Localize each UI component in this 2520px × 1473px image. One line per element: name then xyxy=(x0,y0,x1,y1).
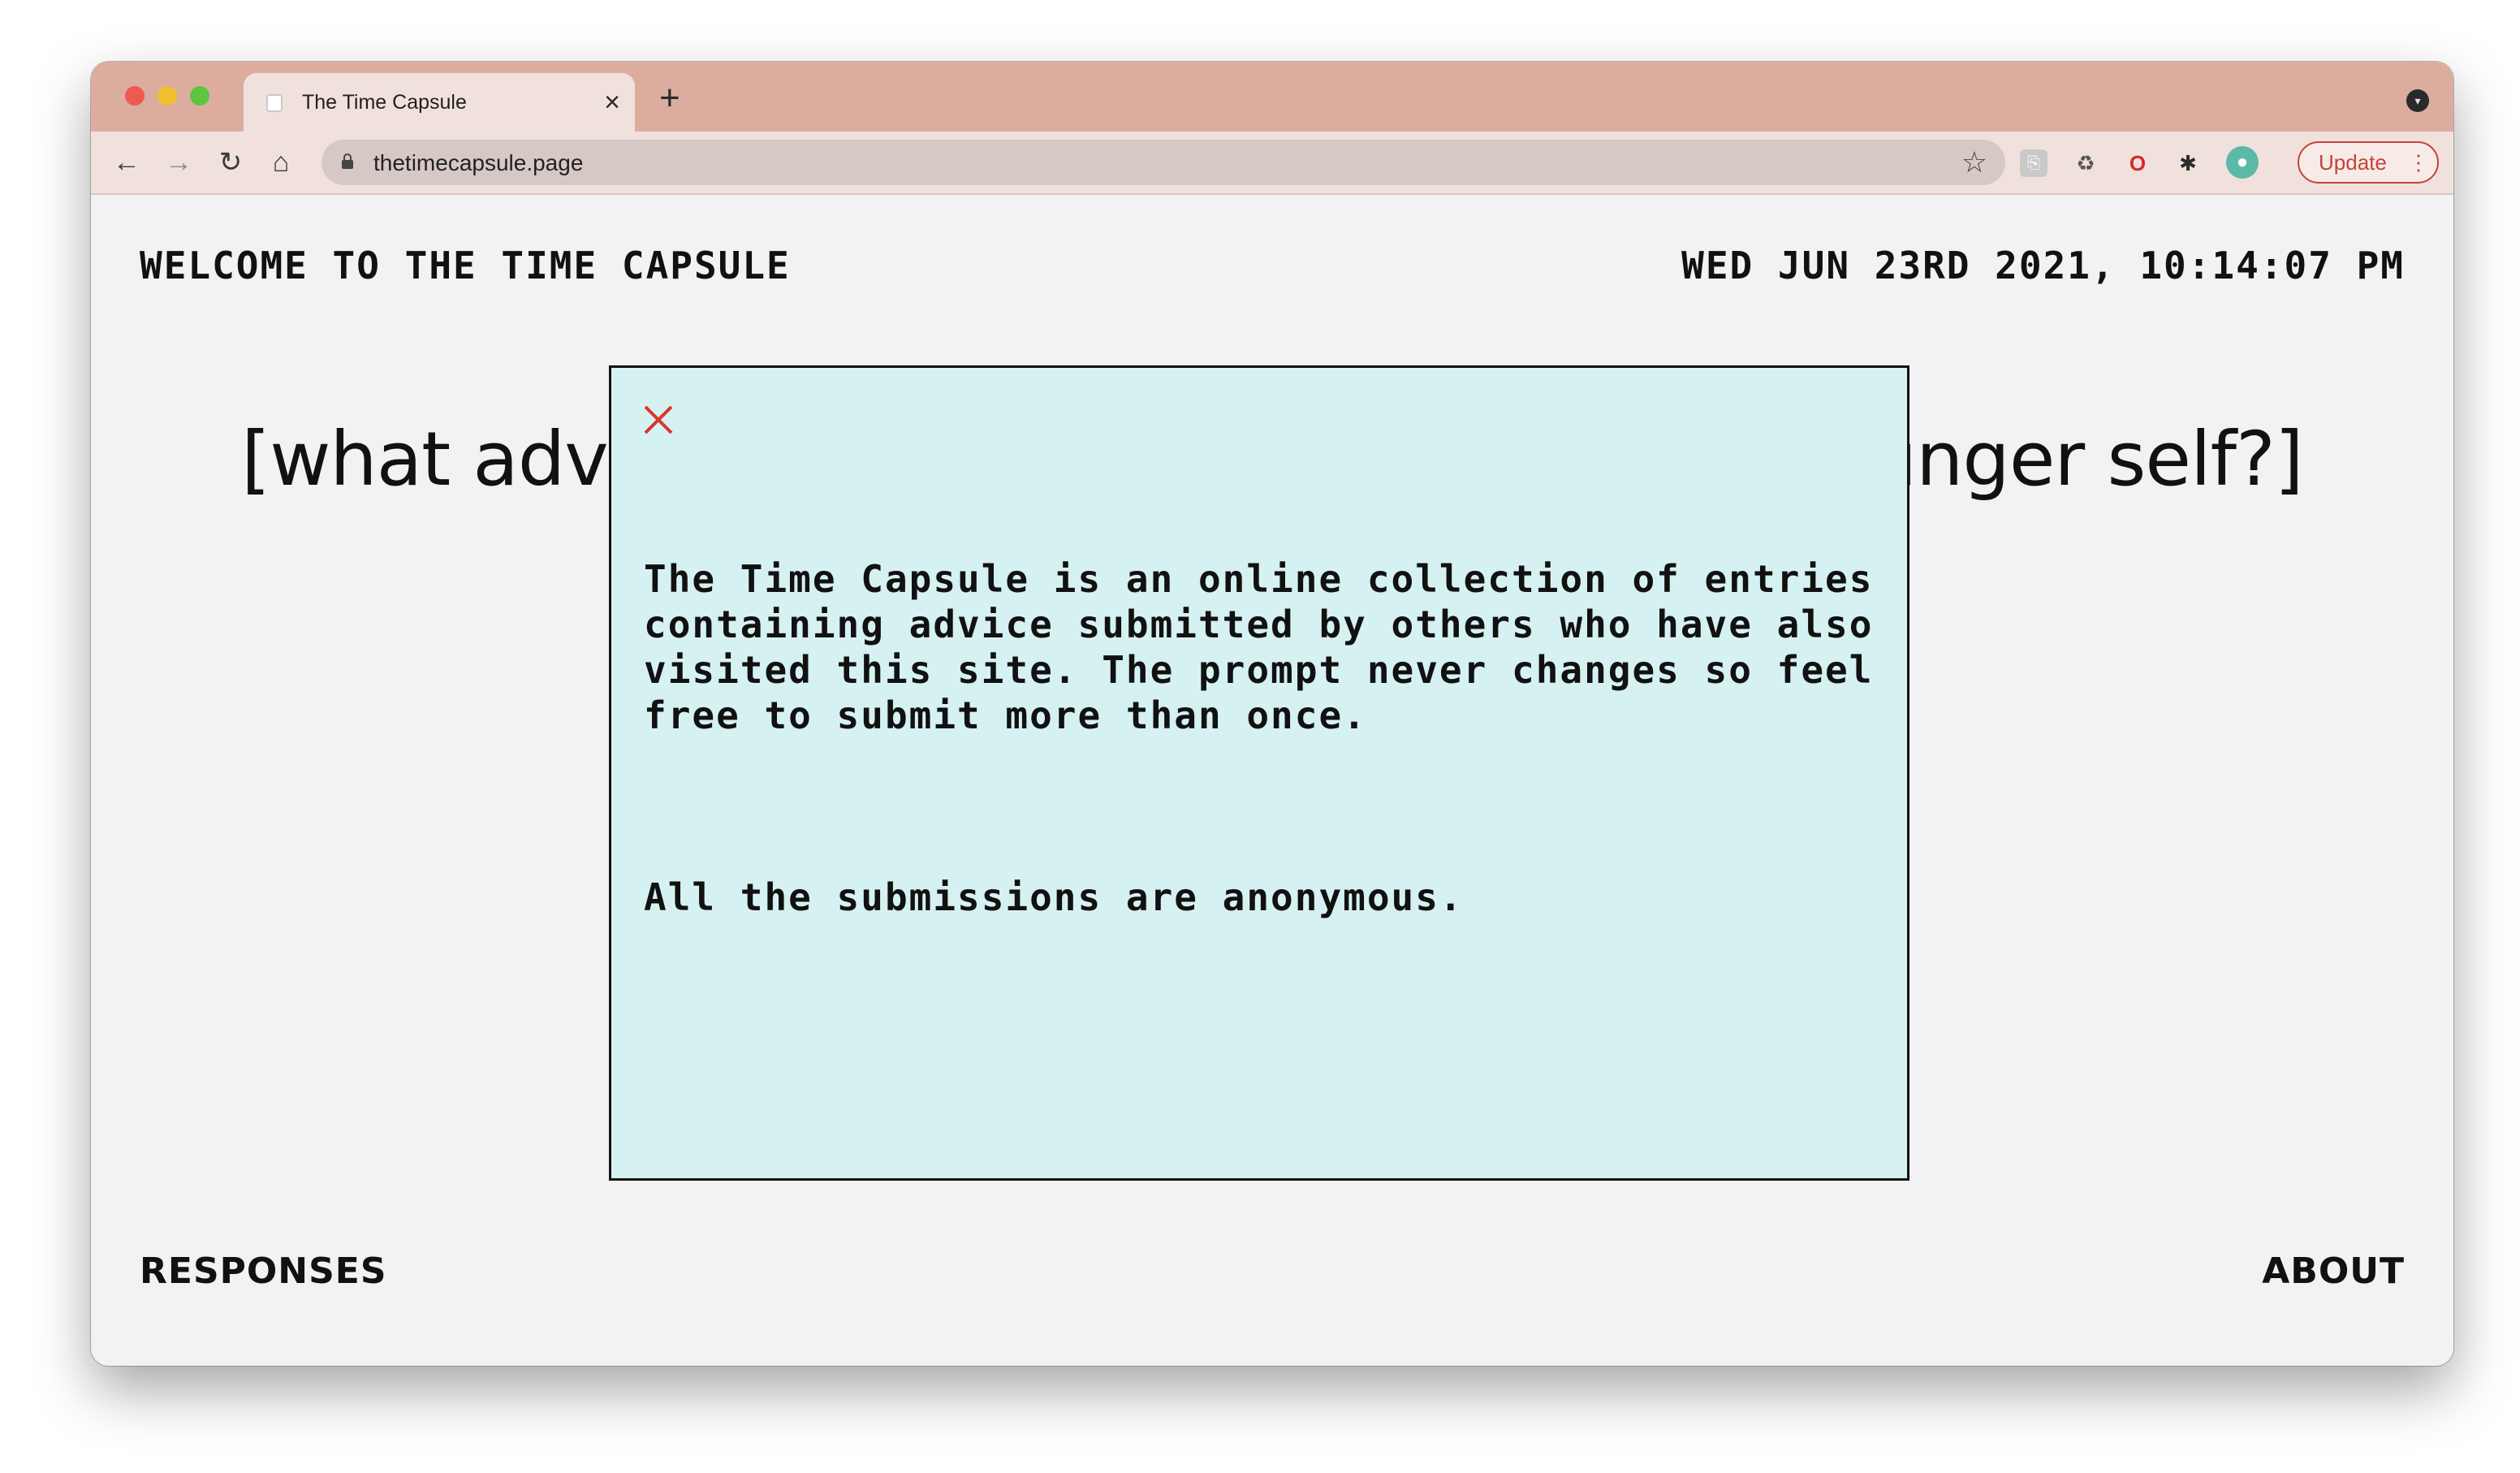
tab-strip: The Time Capsule × + ▾ xyxy=(91,62,2453,132)
prompt-left-fragment: [what advic xyxy=(241,416,669,503)
new-tab-button[interactable]: + xyxy=(659,78,680,119)
extension-icon[interactable]: ⎘ xyxy=(2020,149,2048,177)
page-favicon-icon xyxy=(266,94,283,112)
back-icon[interactable]: ← xyxy=(107,143,146,182)
update-button[interactable]: Update ⋮ xyxy=(2298,141,2439,184)
modal-paragraph-description: The Time Capsule is an online collection… xyxy=(644,557,1898,737)
puzzle-icon[interactable]: ✱ xyxy=(2174,149,2202,177)
tab-close-button[interactable]: × xyxy=(604,86,620,119)
bookmark-star-icon[interactable]: ☆ xyxy=(1961,146,1987,179)
recycle-extension-icon[interactable]: ♻ xyxy=(2072,149,2099,177)
zoom-window-button[interactable] xyxy=(190,86,209,106)
reload-icon[interactable]: ↻ xyxy=(211,143,250,182)
prompt-right-fragment: unger self?] xyxy=(1869,416,2304,503)
about-link[interactable]: ABOUT xyxy=(2262,1251,2405,1292)
page-content: WELCOME TO THE TIME CAPSULE WED JUN 23RD… xyxy=(91,195,2453,1366)
url-text[interactable]: thetimecapsule.page xyxy=(373,150,583,176)
responses-link[interactable]: RESPONSES xyxy=(140,1251,387,1292)
close-icon[interactable] xyxy=(642,404,675,436)
address-bar[interactable]: thetimecapsule.page ☆ xyxy=(321,140,2005,185)
tab-title: The Time Capsule xyxy=(302,91,467,114)
close-window-button[interactable] xyxy=(125,86,145,106)
about-modal: The Time Capsule is an online collection… xyxy=(609,365,1909,1181)
minimize-window-button[interactable] xyxy=(158,86,177,106)
update-label: Update xyxy=(2319,150,2387,175)
tab-search-icon[interactable]: ▾ xyxy=(2406,89,2429,112)
modal-text: The Time Capsule is an online collection… xyxy=(644,465,1878,1056)
browser-toolbar: ← → ↻ ⌂ thetimecapsule.page ☆ ⎘ ♻ O ✱ ● … xyxy=(91,132,2453,195)
page-title: WELCOME TO THE TIME CAPSULE xyxy=(140,244,791,287)
lock-icon xyxy=(342,153,353,169)
opera-extension-icon[interactable]: O xyxy=(2124,149,2151,177)
modal-paragraph-anonymous: All the submissions are anonymous. xyxy=(644,875,1464,919)
home-icon[interactable]: ⌂ xyxy=(261,143,300,182)
forward-icon[interactable]: → xyxy=(159,143,198,182)
current-datetime: WED JUN 23RD 2021, 10:14:07 PM xyxy=(1681,244,2405,287)
tab-the-time-capsule[interactable]: The Time Capsule × xyxy=(244,73,635,132)
browser-menu-icon[interactable]: ⋮ xyxy=(2408,143,2429,182)
browser-window: The Time Capsule × + ▾ ← → ↻ ⌂ thetimeca… xyxy=(91,62,2453,1366)
profile-avatar[interactable]: ● xyxy=(2226,146,2259,179)
